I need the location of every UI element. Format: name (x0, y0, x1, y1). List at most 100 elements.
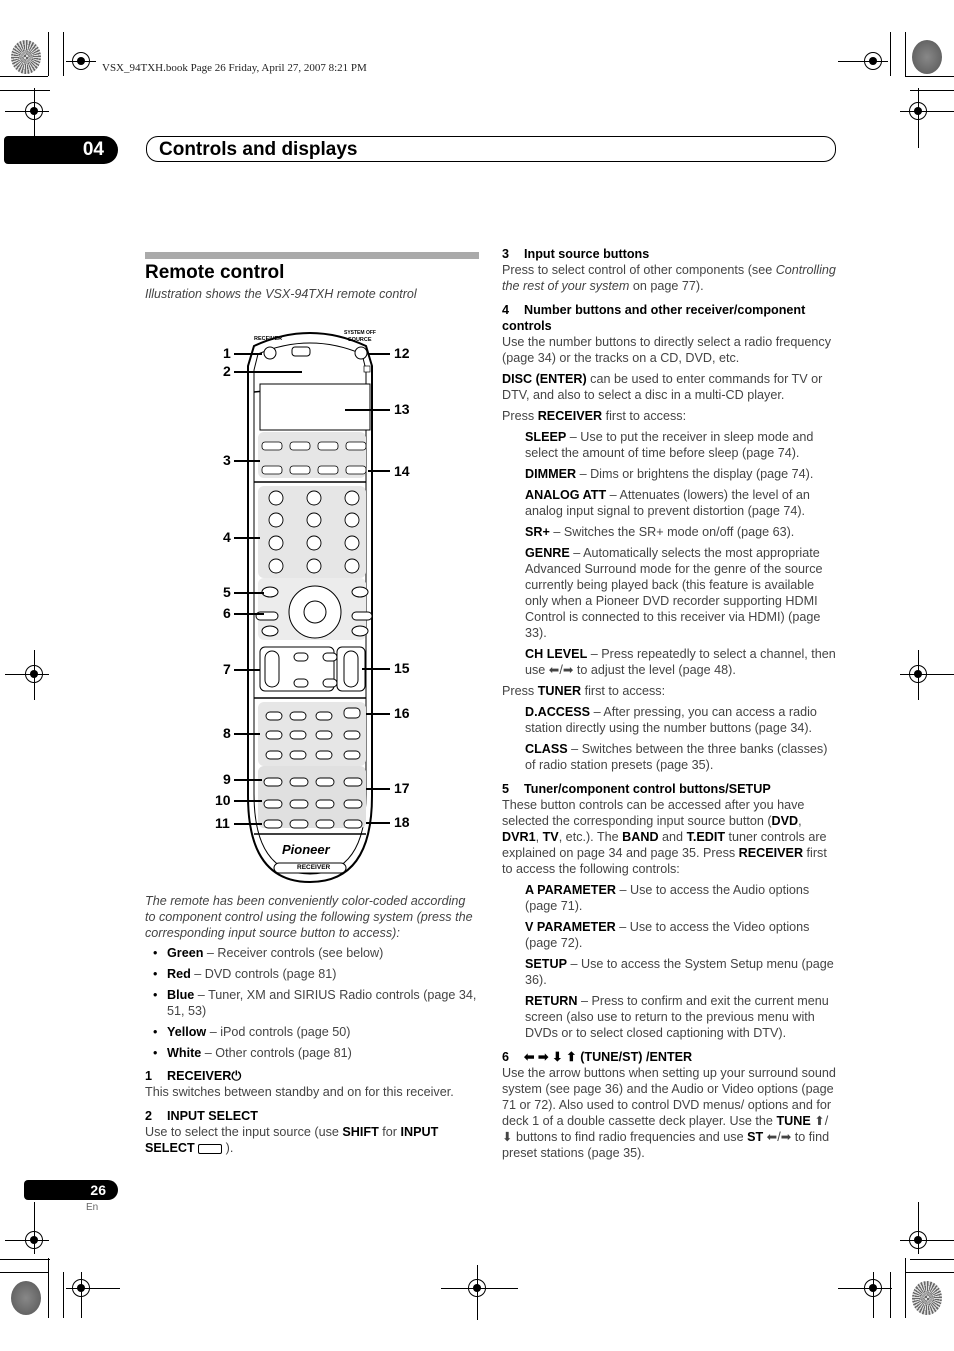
callout-line (234, 779, 262, 781)
registration-line (900, 1240, 954, 1241)
item-4-disc: DISC (ENTER) can be used to enter comman… (502, 372, 823, 402)
color-code-intro: The remote has been conveniently color-c… (145, 894, 473, 940)
bold-term: RECEIVER (738, 846, 804, 860)
chapter-title: Controls and displays (146, 136, 836, 162)
callout-line (366, 788, 390, 790)
callout-line (234, 823, 262, 825)
callout-line (234, 353, 262, 355)
input-select-icon (198, 1143, 223, 1154)
callout-13: 13 (394, 401, 410, 417)
remote-label-system-off: SYSTEM OFF (344, 330, 376, 336)
callout-16: 16 (394, 705, 410, 721)
section-title: Remote control (145, 262, 285, 283)
callout-12: 12 (394, 345, 410, 361)
color-target-top-left (11, 40, 41, 74)
color-code-list: Green – Receiver controls (see below) Re… (145, 945, 477, 1066)
item-5-entry: A PARAMETER – Use to access the Audio op… (525, 883, 810, 913)
callout-11: 11 (215, 815, 230, 831)
bold-term: BAND (622, 830, 659, 844)
language-code: En (86, 1202, 99, 1213)
callout-line (234, 669, 260, 671)
tuner-items: D.ACCESS – After pressing, you can acces… (502, 704, 838, 773)
item-3-heading: 3 Input source buttons (502, 247, 650, 261)
callout-4: 4 (223, 529, 231, 545)
item-5-heading: 5 Tuner/component control buttons/SETUP (502, 782, 771, 796)
receiver-item: ANALOG ATT – Attenuates (lowers) the lev… (525, 488, 810, 518)
receiver-items: SLEEP – Use to put the receiver in sleep… (502, 429, 838, 678)
callout-line (362, 668, 390, 670)
color-item-yellow: Yellow – iPod controls (page 50) (145, 1024, 477, 1040)
tuner-item: CLASS – Switches between the three banks… (525, 742, 828, 772)
callout-line (234, 733, 260, 735)
receiver-item: DIMMER – Dims or brightens the display (… (525, 467, 814, 481)
registration-line (900, 674, 954, 675)
callout-line (234, 537, 260, 539)
crop-mark (910, 90, 954, 91)
bold-term: TUNE (776, 1114, 811, 1128)
callout-line (234, 613, 264, 615)
crop-mark (905, 76, 954, 77)
registration-line (918, 650, 919, 700)
press-tuner: Press TUNER first to access: (502, 684, 666, 698)
crop-mark (48, 32, 49, 76)
item-1-heading: 1 RECEIVER⏻ (145, 1069, 242, 1083)
callout-line (345, 409, 390, 411)
remote-brand: Pioneer (282, 842, 330, 857)
item-2-heading: 2 INPUT SELECT (145, 1109, 258, 1123)
color-item-blue: Blue – Tuner, XM and SIRIUS Radio contro… (145, 987, 477, 1019)
registration-line (873, 1272, 874, 1318)
section-subtitle: Illustration shows the VSX-94TXH remote … (145, 287, 417, 301)
color-item-red: Red – DVD controls (page 81) (145, 966, 477, 982)
item-5-items: A PARAMETER – Use to access the Audio op… (502, 882, 838, 1041)
crop-mark (910, 1259, 954, 1260)
callout-18: 18 (394, 814, 410, 830)
callout-10: 10 (215, 792, 231, 808)
callout-5: 5 (223, 584, 231, 600)
crop-mark (63, 32, 64, 76)
tuner-item: D.ACCESS – After pressing, you can acces… (525, 705, 817, 735)
registration-line (477, 1265, 478, 1320)
callout-17: 17 (394, 780, 410, 796)
page-number: 26 (24, 1180, 118, 1200)
item-2-body: Use to select the input source (use SHIF… (145, 1125, 439, 1155)
right-column: 3 Input source buttons Press to select co… (502, 246, 838, 1161)
crop-mark (905, 1258, 906, 1318)
registration-line (66, 61, 96, 62)
callout-line (234, 800, 262, 802)
remote-label-receiver: RECEIVER (254, 336, 283, 342)
bold-term: DVD (771, 814, 799, 828)
crop-mark (0, 76, 48, 77)
item-5-entry: V PARAMETER – Use to access the Video op… (525, 920, 810, 950)
receiver-item: CH LEVEL – Press repeatedly to select a … (525, 647, 836, 677)
bold-term: DVR1 (502, 830, 536, 844)
color-item-green: Green – Receiver controls (see below) (145, 945, 477, 961)
registration-line (34, 650, 35, 700)
crop-mark (0, 90, 50, 91)
callout-line (368, 470, 390, 472)
item-5-entry: SETUP – Use to access the System Setup m… (525, 957, 834, 987)
text-run: , etc.). The (558, 830, 623, 844)
registration-line (900, 111, 954, 112)
text-run: , (798, 814, 802, 828)
callout-1: 1 (223, 345, 231, 361)
item-4-body: Use the number buttons to directly selec… (502, 335, 832, 365)
item-6-body: Use the arrow buttons when setting up yo… (502, 1065, 838, 1161)
callout-3: 3 (223, 452, 231, 468)
crop-mark (63, 1272, 64, 1318)
crop-mark (905, 1272, 954, 1273)
receiver-item: SLEEP – Use to put the receiver in sleep… (525, 430, 814, 460)
print-info: VSX_94TXH.book Page 26 Friday, April 27,… (102, 62, 367, 74)
bold-term: T.EDIT (686, 830, 726, 844)
registration-line (838, 1288, 892, 1289)
registration-line (838, 61, 888, 62)
bold-term: ST (747, 1130, 764, 1144)
registration-line (5, 674, 49, 675)
registration-line (34, 88, 35, 136)
item-1-body: This switches between standby and on for… (145, 1085, 454, 1099)
callout-line (366, 822, 390, 824)
chapter-number: 04 (4, 136, 118, 164)
callout-15: 15 (394, 660, 410, 676)
color-target-top-right (912, 40, 942, 74)
callout-line (234, 460, 260, 462)
color-target-bottom-right (912, 1281, 942, 1315)
